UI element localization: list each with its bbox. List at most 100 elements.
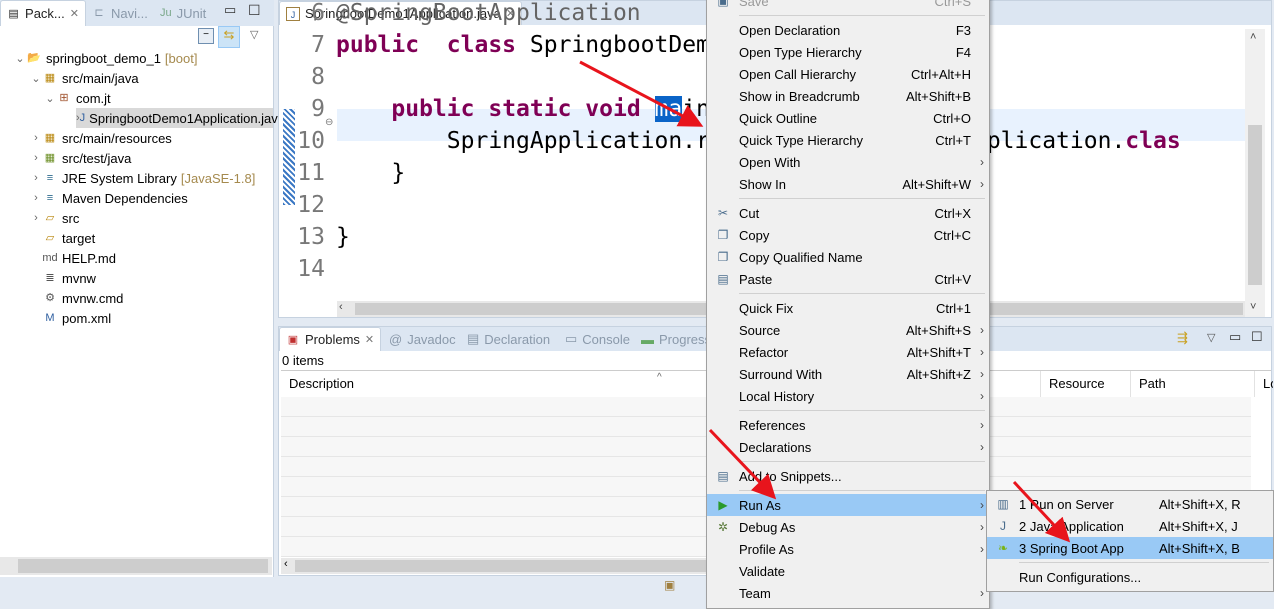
chevron-right-icon[interactable]: › — [30, 192, 42, 204]
chevron-right-icon[interactable]: › — [30, 132, 42, 144]
menu-item-quick-type-hierarchy[interactable]: Quick Type Hierarchy Ctrl+T — [707, 129, 989, 151]
menu-item-open-type-hierarchy[interactable]: Open Type Hierarchy F4 — [707, 41, 989, 63]
menu-item-run-as[interactable]: ▶ Run As › — [707, 494, 989, 516]
tab-declaration[interactable]: ▤ Declaration — [461, 327, 556, 351]
column-path[interactable]: Path — [1131, 371, 1255, 397]
column-label: Lo — [1263, 376, 1273, 391]
minimize-icon[interactable]: ▭ — [224, 2, 236, 18]
collapse-all-icon[interactable]: − — [198, 28, 214, 44]
tree-item[interactable]: ⌄ ⊞ com.jt — [44, 88, 111, 108]
menu-item-open-declaration[interactable]: Open Declaration F3 — [707, 19, 989, 41]
tab-navigator[interactable]: ⊏ Navi... — [86, 0, 154, 26]
tree-item[interactable]: › ▦ src/test/java — [30, 148, 131, 168]
close-icon[interactable]: ✕ — [365, 333, 374, 346]
tab-package-explorer[interactable]: ▤ Pack... ✕ — [0, 0, 86, 26]
menu-item-references[interactable]: References › — [707, 414, 989, 436]
minimize-icon[interactable]: ▭ — [1229, 329, 1241, 345]
close-icon[interactable]: ✕ — [70, 7, 79, 20]
tree-item[interactable]: ⚙ mvnw.cmd — [30, 288, 123, 308]
chevron-right-icon: › — [980, 345, 984, 359]
link-with-editor-icon[interactable]: ⇆ — [218, 26, 240, 48]
spring-leaf-icon: ❧ — [997, 541, 1009, 555]
menu-item-label: Local History — [739, 388, 815, 404]
tree-item[interactable]: ⌄ ▦ src/main/java — [30, 68, 138, 88]
tab-label: JUnit — [176, 5, 207, 21]
problems-horizontal-scrollbar[interactable]: ‹ — [281, 558, 711, 574]
column-location[interactable]: Lo — [1255, 371, 1273, 397]
tree-item[interactable]: › ▱ src — [30, 208, 79, 228]
tab-javadoc[interactable]: @ Javadoc — [383, 327, 462, 351]
column-resource[interactable]: Resource — [1041, 371, 1131, 397]
chevron-right-icon[interactable]: › — [30, 212, 42, 224]
menu-item-add-to-snippets[interactable]: ▤ Add to Snippets... — [707, 465, 989, 487]
menu-item-2-java-application[interactable]: J 2 Java Application Alt+Shift+X, J — [987, 515, 1273, 537]
menu-item-1-run-on-server[interactable]: ▥ 1 Run on Server Alt+Shift+X, R — [987, 493, 1273, 515]
menu-item-profile-as[interactable]: Profile As › — [707, 538, 989, 560]
status-bar-icon: ▣ — [664, 578, 676, 592]
code-text: } — [336, 160, 406, 186]
chevron-right-icon: › — [980, 367, 984, 381]
chevron-down-icon[interactable]: ⌄ — [14, 52, 26, 65]
editor-vertical-scrollbar[interactable]: ˄ ˅ — [1245, 29, 1265, 317]
chevron-down-icon[interactable]: ⌄ — [30, 72, 42, 85]
menu-item-surround-with[interactable]: Surround With Alt+Shift+Z › — [707, 363, 989, 385]
explorer-horizontal-scrollbar[interactable] — [0, 557, 272, 575]
menu-item-run-configurations[interactable]: Run Configurations... — [987, 566, 1273, 588]
tree-item[interactable]: ⌄ 📂 springboot_demo_1 [boot] — [14, 48, 197, 68]
menu-item-open-with[interactable]: Open With › — [707, 151, 989, 173]
editor-context-menu: ▣ Save Ctrl+S Open Declaration F3 Open Type H… — [706, 0, 990, 609]
menu-item-label: Profile As — [739, 541, 794, 557]
chevron-down-icon[interactable]: ⌄ — [44, 92, 56, 105]
view-menu-icon[interactable]: ▽ — [250, 28, 258, 41]
menu-item-cut[interactable]: ✂ Cut Ctrl+X — [707, 202, 989, 224]
tab-junit[interactable]: Ju JUnit — [154, 0, 212, 26]
menu-item-local-history[interactable]: Local History › — [707, 385, 989, 407]
source-folder-icon: ▦ — [44, 72, 56, 84]
menu-item-label: Declarations — [739, 439, 812, 455]
menu-item-refactor[interactable]: Refactor Alt+Shift+T › — [707, 341, 989, 363]
tree-item[interactable]: › ≡ Maven Dependencies — [30, 188, 188, 208]
chevron-right-icon[interactable]: › — [30, 152, 42, 164]
menu-item-validate[interactable]: Validate — [707, 560, 989, 582]
menu-item-quick-outline[interactable]: Quick Outline Ctrl+O — [707, 107, 989, 129]
folder-icon: ▱ — [45, 232, 55, 244]
maximize-icon[interactable]: ☐ — [1251, 329, 1263, 345]
menu-item-debug-as[interactable]: ✲ Debug As › — [707, 516, 989, 538]
tab-progress[interactable]: ▬ Progress — [635, 327, 717, 351]
tree-item[interactable]: › J SpringbootDemo1Application.java — [76, 108, 285, 128]
focus-icon[interactable]: ⇶ — [1177, 330, 1188, 346]
menu-item-3-spring-boot-app[interactable]: ❧ 3 Spring Boot App Alt+Shift+X, B — [987, 537, 1273, 559]
menu-item-copy[interactable]: ❐ Copy Ctrl+C — [707, 224, 989, 246]
line-number: 13 — [297, 224, 325, 250]
navigator-icon: ⊏ — [94, 7, 104, 19]
tab-console[interactable]: ▭ Console — [559, 327, 636, 351]
tree-item[interactable]: ≣ mvnw — [30, 268, 96, 288]
menu-item-copy-qualified-name[interactable]: ❐ Copy Qualified Name — [707, 246, 989, 268]
menu-item-paste[interactable]: ▤ Paste Ctrl+V — [707, 268, 989, 290]
maximize-icon[interactable]: ☐ — [248, 2, 261, 19]
menu-item-shortcut: Alt+Shift+T — [906, 344, 971, 360]
view-menu-icon[interactable]: ▽ — [1207, 331, 1215, 344]
menu-item-source[interactable]: Source Alt+Shift+S › — [707, 319, 989, 341]
line-number: 10 — [297, 128, 325, 154]
menu-item-open-call-hierarchy[interactable]: Open Call Hierarchy Ctrl+Alt+H — [707, 63, 989, 85]
tree-item[interactable]: Mpom.xml — [30, 308, 111, 328]
menu-item-show-in-breadcrumb[interactable]: Show in Breadcrumb Alt+Shift+B — [707, 85, 989, 107]
menu-separator — [707, 407, 989, 414]
menu-item-team[interactable]: Team › — [707, 582, 989, 604]
menu-item-quick-fix[interactable]: Quick Fix Ctrl+1 — [707, 297, 989, 319]
menu-item-save[interactable]: ▣ Save Ctrl+S — [707, 0, 989, 12]
chevron-right-icon[interactable]: › — [30, 172, 42, 184]
fold-toggle-icon[interactable]: ⊖ — [325, 117, 333, 128]
menu-item-show-in[interactable]: Show In Alt+Shift+W › — [707, 173, 989, 195]
line-number: 12 — [297, 192, 325, 218]
tree-item[interactable]: ▱ target — [30, 228, 95, 248]
tree-item[interactable]: md HELP.md — [30, 248, 116, 268]
tree-item[interactable]: › ▦ src/main/resources — [30, 128, 172, 148]
tree-item[interactable]: › ≡ JRE System Library [JavaSE-1.8] — [30, 168, 255, 188]
menu-item-declarations[interactable]: Declarations › — [707, 436, 989, 458]
tab-problems[interactable]: ▣ Problems ✕ — [279, 327, 382, 351]
tree-item-label: com.jt — [76, 90, 111, 106]
